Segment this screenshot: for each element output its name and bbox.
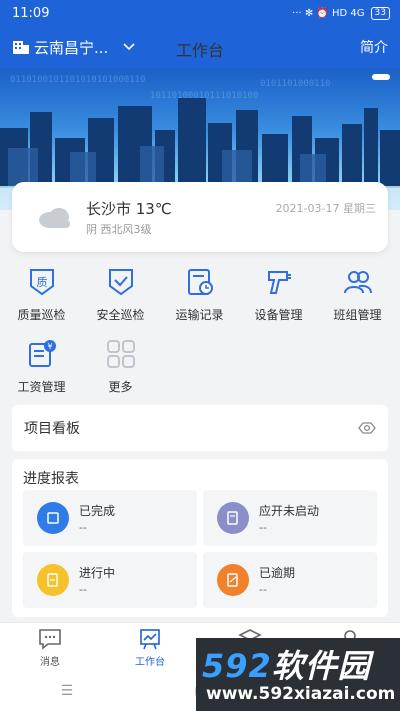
message-icon	[39, 629, 61, 650]
menu-label: 更多	[108, 380, 133, 394]
progress-completed[interactable]: 已完成 --	[23, 490, 197, 546]
menu-label: 设备管理	[254, 308, 303, 322]
status-time: 11:09	[12, 5, 50, 21]
project-selector[interactable]: 云南昌宁...	[12, 37, 142, 58]
svg-text:质: 质	[36, 276, 47, 289]
in-progress-icon	[37, 564, 69, 596]
watermark-logo: 592软件园	[202, 647, 371, 685]
completed-icon	[37, 502, 69, 534]
menu-team[interactable]: 班组管理	[318, 262, 397, 330]
project-board-title: 项目看板	[24, 421, 80, 437]
header: 云南昌宁... 简介	[0, 26, 400, 68]
progress-report: 进度报表 已完成 -- 应开未启动 -- 进行中 -- 已逾期 --	[12, 459, 388, 617]
menu-label: 质量巡检	[17, 308, 66, 322]
not-started-icon	[217, 502, 249, 534]
tab-label: 工作台	[135, 657, 165, 668]
top-bar: 11:09 ··· ✻ ⏰ HD 4G 33 云南昌宁... 简介 工作台	[0, 0, 400, 68]
intro-link[interactable]: 简介	[360, 37, 388, 57]
progress-in-progress[interactable]: 进行中 --	[23, 552, 197, 608]
equipment-icon	[267, 271, 291, 294]
banner-indicator	[372, 74, 390, 80]
menu-nav-icon[interactable]: ☰	[61, 683, 74, 699]
menu-more[interactable]: 更多	[81, 334, 160, 402]
menu-label: 工资管理	[17, 380, 66, 394]
site-watermark: 592软件园 www.592xiazai.com	[196, 638, 400, 711]
menu-safety-inspection[interactable]: 安全巡检	[81, 262, 160, 330]
overdue-icon	[217, 564, 249, 596]
menu-label: 运输记录	[175, 308, 224, 322]
team-icon	[343, 271, 372, 294]
progress-not-started[interactable]: 应开未启动 --	[203, 490, 377, 546]
menu-equipment[interactable]: 设备管理	[239, 262, 318, 330]
tab-label: 消息	[40, 657, 60, 668]
svg-text:¥: ¥	[47, 342, 52, 351]
eye-icon[interactable]	[358, 421, 376, 435]
status-bar: 11:09 ··· ✻ ⏰ HD 4G 33	[0, 0, 400, 26]
weather-condition: 阴 西北风3级	[86, 222, 152, 236]
weather-city-temp: 长沙市 13℃	[86, 199, 172, 218]
weather-date: 2021-03-17 星期三	[275, 202, 376, 215]
transport-record-icon	[187, 269, 213, 295]
menu-label: 班组管理	[333, 308, 382, 322]
menu-transport-record[interactable]: 运输记录	[160, 262, 239, 330]
card-label: 已完成	[79, 504, 116, 518]
salary-icon: ¥	[28, 340, 56, 367]
tab-workbench[interactable]: 工作台	[100, 623, 200, 670]
status-icons: ··· ✻ ⏰ HD 4G	[292, 7, 365, 19]
menu-label: 安全巡检	[96, 308, 145, 322]
safety-inspection-icon	[108, 269, 133, 296]
progress-title: 进度报表	[23, 471, 79, 487]
card-value: --	[79, 583, 87, 596]
chevron-down-icon	[123, 43, 135, 51]
quality-inspection-icon: 质	[29, 269, 54, 296]
card-value: --	[79, 521, 87, 534]
workbench-icon	[140, 629, 160, 650]
cloud-icon	[39, 208, 70, 228]
weather-card: 长沙市 13℃ 阴 西北风3级 2021-03-17 星期三	[12, 182, 388, 252]
menu-quality-inspection[interactable]: 质 质量巡检	[2, 262, 81, 330]
battery-icon: 33	[370, 6, 390, 20]
menu-salary[interactable]: ¥ 工资管理	[2, 334, 81, 402]
watermark-url: www.592xiazai.com	[206, 684, 396, 704]
card-label: 进行中	[79, 566, 116, 580]
svg-text:0101101000110: 0101101000110	[260, 79, 330, 89]
project-board[interactable]: 项目看板	[12, 405, 388, 451]
status-indicators: ··· ✻ ⏰ HD 4G 33	[292, 6, 390, 20]
card-label: 已逾期	[259, 566, 296, 580]
card-value: --	[259, 521, 267, 534]
svg-text:0110100101101010101000110: 0110100101101010101000110	[10, 75, 145, 85]
card-value: --	[259, 583, 267, 596]
building-icon	[13, 41, 29, 54]
project-name: 云南昌宁...	[34, 38, 109, 57]
quick-menu: 质 质量巡检 安全巡检 运输记录 设备管理 班组管理 ¥ 工资管理 更多	[0, 262, 400, 402]
progress-overdue[interactable]: 已逾期 --	[203, 552, 377, 608]
tab-messages[interactable]: 消息	[0, 623, 100, 670]
more-grid-icon	[106, 340, 135, 368]
card-label: 应开未启动	[259, 504, 320, 518]
